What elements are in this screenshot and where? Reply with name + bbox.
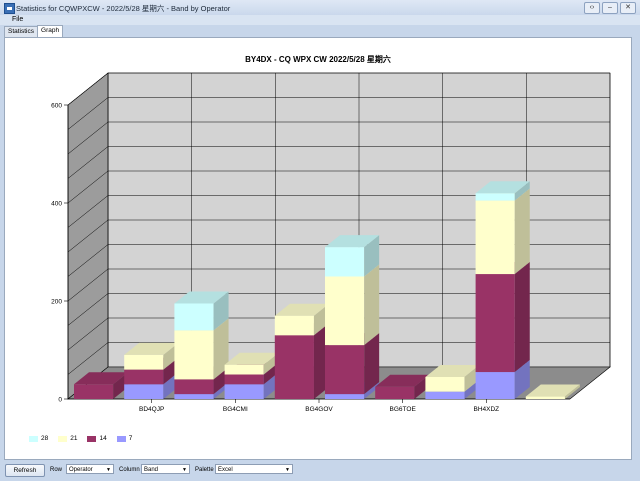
row-select-value: Operator — [69, 467, 93, 473]
bar-front — [375, 386, 415, 399]
bar-front — [174, 303, 214, 331]
legend-swatch — [116, 435, 126, 442]
window-title: Statistics for CQWPXCW - 2022/5/28 星期六 -… — [16, 4, 231, 13]
legend-item: 14 — [87, 435, 107, 442]
x-tick-label: BG4CMI — [223, 406, 248, 413]
bar-front — [475, 193, 515, 201]
bar-front — [325, 394, 365, 399]
bar-front — [475, 274, 515, 373]
bar-front — [425, 376, 465, 392]
close-button[interactable]: ✕ — [620, 2, 636, 14]
bar-front — [274, 315, 314, 336]
y-tick-label: 600 — [51, 103, 62, 110]
chart-legend: 28 21 14 7 — [29, 435, 132, 442]
legend-label: 7 — [128, 435, 133, 442]
column-select-value: Band — [144, 467, 159, 473]
bar-front — [174, 394, 214, 399]
legend-swatch — [29, 435, 38, 442]
legend-item: 7 — [116, 435, 133, 442]
bar-front — [475, 372, 515, 399]
title-bar: Statistics for CQWPXCW - 2022/5/28 星期六 -… — [0, 0, 640, 16]
legend-item: 28 — [29, 435, 48, 442]
legend-item: 21 — [58, 435, 77, 442]
bar-front — [124, 369, 164, 385]
restore-button[interactable]: ‹› — [584, 2, 600, 14]
bar-side — [514, 262, 530, 373]
menu-file[interactable]: File — [12, 16, 23, 23]
chevron-down-icon: ▼ — [106, 467, 111, 473]
column-label: Column — [119, 467, 140, 473]
bar-front — [174, 330, 214, 380]
x-tick-label: BG4GOV — [305, 406, 333, 413]
legend-label: 21 — [70, 435, 78, 442]
bar-front — [475, 200, 515, 275]
bottom-toolbar: Refresh Row Operator ▼ Column Band ▼ Pal… — [0, 461, 640, 481]
y-tick-label: 200 — [51, 299, 62, 306]
x-tick-label: BG6TOE — [390, 406, 417, 413]
bar-front — [274, 335, 314, 399]
legend-label: 28 — [41, 435, 49, 442]
bar-front — [525, 396, 565, 399]
bar-front — [124, 354, 164, 370]
row-label: Row — [50, 467, 63, 473]
legend-swatch — [87, 435, 97, 442]
bar-front — [325, 345, 365, 395]
bar-side — [364, 264, 380, 346]
bar-front — [124, 384, 164, 399]
x-tick-label: BH4XDZ — [474, 406, 500, 413]
bar-front — [224, 374, 264, 385]
bar-chart-3d: 0 200 400 600 BD4QJP BG4CMI BG4GOV BG6TOE BH4XDZ — [51, 72, 611, 413]
bar-front — [74, 384, 114, 399]
bar-front — [224, 364, 264, 375]
chevron-down-icon: ▼ — [285, 467, 290, 473]
x-tick-label: BD4QJP — [139, 406, 164, 413]
row-select[interactable]: Operator ▼ — [66, 464, 114, 474]
bar-front — [174, 379, 214, 395]
refresh-button[interactable]: Refresh — [5, 464, 45, 477]
app-icon — [4, 3, 15, 14]
palette-select-value: Excel — [218, 467, 233, 473]
tab-graph[interactable]: Graph — [37, 25, 64, 37]
y-tick-label: 0 — [58, 397, 62, 404]
palette-label: Palette — [195, 467, 214, 473]
legend-swatch — [58, 435, 68, 442]
y-tick-label: 400 — [51, 201, 62, 208]
legend-label: 14 — [99, 435, 107, 442]
minimize-button[interactable]: – — [602, 2, 618, 14]
bar-side — [514, 188, 530, 275]
column-select[interactable]: Band ▼ — [141, 464, 190, 474]
menu-bar: File — [0, 15, 640, 25]
bar-front — [325, 276, 365, 346]
palette-select[interactable]: Excel ▼ — [215, 464, 293, 474]
chevron-down-icon: ▼ — [182, 467, 187, 473]
bar-front — [224, 384, 264, 399]
bar-front — [425, 391, 465, 399]
bar-front — [325, 247, 365, 277]
window-controls: ‹› – ✕ — [584, 2, 636, 14]
graph-panel: BY4DX - CQ WPX CW 2022/5/28 星期六 0 200 400 6… — [4, 37, 632, 460]
tab-statistics[interactable]: Statistics — [4, 26, 39, 37]
tab-strip: Statistics Graph — [4, 25, 64, 37]
